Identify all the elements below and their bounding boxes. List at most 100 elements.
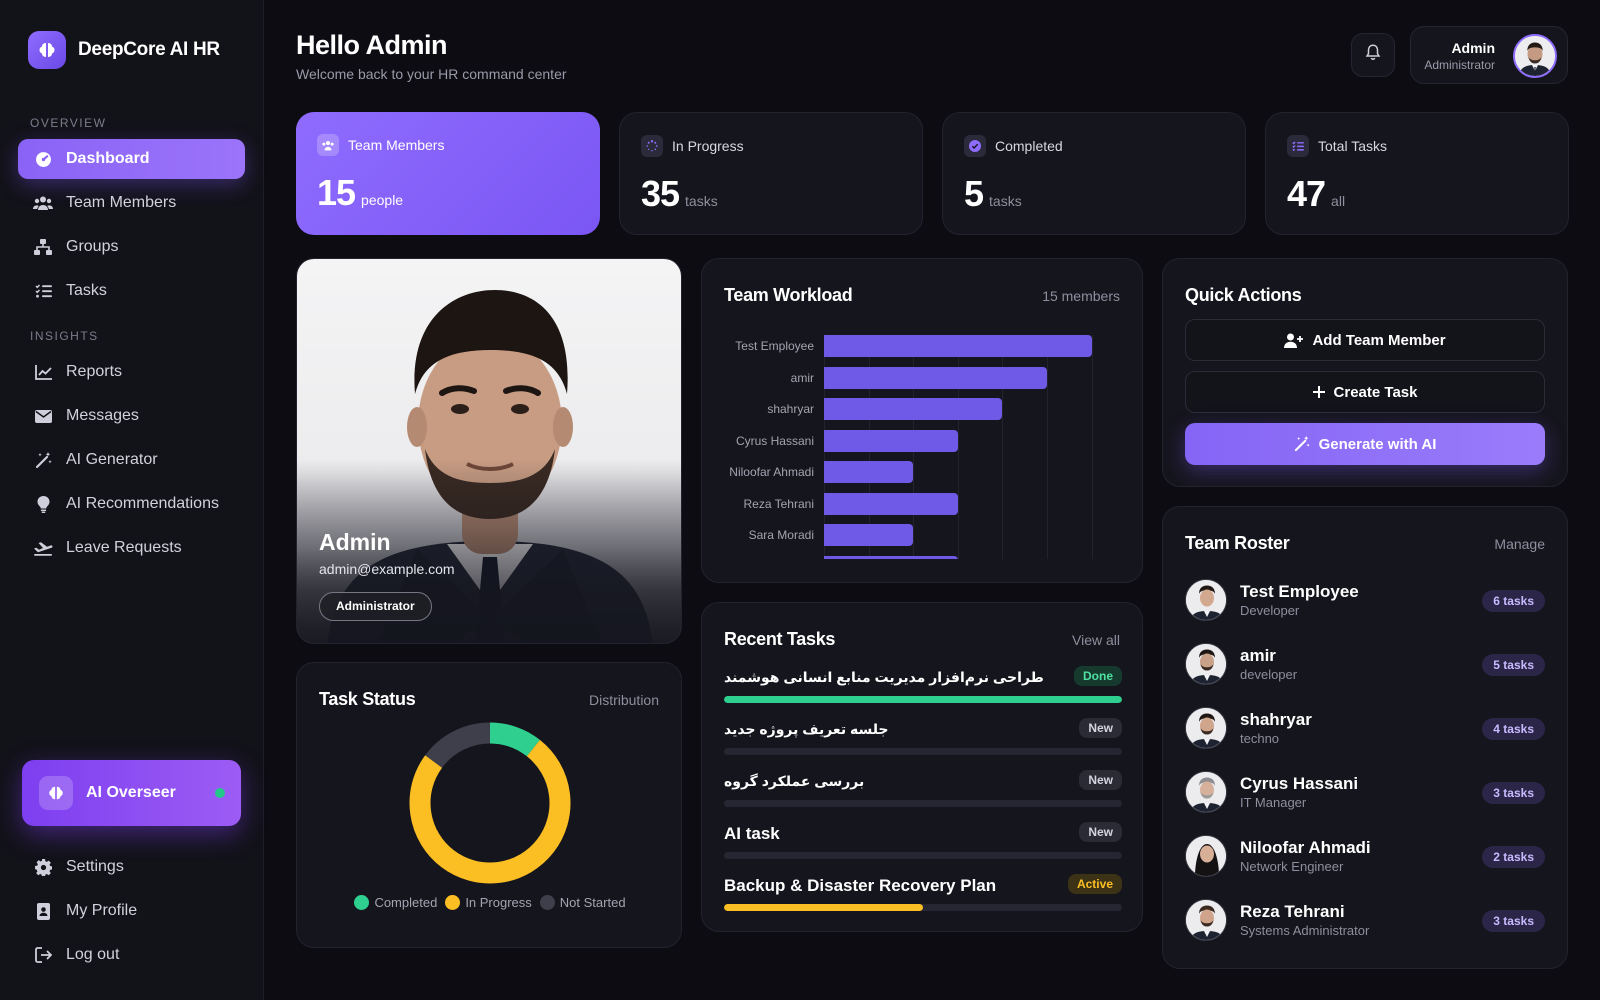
chart-bar[interactable] [824,366,1048,389]
stat-label: In Progress [672,138,744,154]
task-name: جلسه تعریف پروژه جدید [724,721,889,737]
legend-label: In Progress [465,895,532,910]
sidebar-item-reports[interactable]: Reports [18,352,245,392]
sidebar-item-log-out[interactable]: Log out [18,935,245,975]
profile-name: Admin [319,529,391,555]
roster-name: Niloofar Ahmadi [1240,838,1371,857]
view-all-link[interactable]: View all [1072,632,1120,648]
chart-tick-label: Test Employee [735,339,814,353]
brain-icon [28,31,66,69]
roster-item[interactable]: shahryar techno 4 tasks [1185,707,1545,751]
role-badge: Administrator [319,592,432,621]
status-badge: New [1079,718,1122,738]
sidebar-item-label: Settings [66,858,124,875]
stat-label: Completed [995,138,1063,154]
stat-total-tasks[interactable]: Total Tasks 47 all [1265,112,1569,235]
sidebar-item-label: Groups [66,238,119,255]
workload-row: Sara Moradi [702,524,1142,546]
task-progress [724,904,1122,911]
nav-section-insights: INSIGHTS [30,329,99,343]
task-progress [724,852,1122,859]
sidebar-item-label: Reports [66,363,123,380]
legend-label: Not Started [559,895,626,910]
chart-bar[interactable] [824,555,958,559]
check-circle-icon [964,135,986,157]
workload-row: Cyrus Hassani [702,429,1142,452]
nav-section-overview: OVERVIEW [30,116,107,130]
chart-bar[interactable] [824,429,958,452]
generate-with-ai-button[interactable]: Generate with AI [1185,423,1545,465]
roster-role: Network Engineer [1240,859,1344,874]
sidebar-item-groups[interactable]: Groups [18,227,245,267]
sidebar-item-dashboard[interactable]: Dashboard [18,139,245,179]
chart-bar[interactable] [824,461,914,483]
manage-link[interactable]: Manage [1494,536,1545,552]
chart-bar[interactable] [824,398,1003,420]
sidebar-item-tasks[interactable]: Tasks [18,271,245,311]
task-progress [724,800,1122,807]
stat-completed[interactable]: Completed 5 tasks [942,112,1246,235]
gear-icon [32,856,54,878]
plane-icon [32,537,54,559]
roster-item[interactable]: Cyrus Hassani IT Manager 3 tasks [1185,771,1545,815]
page-title: Hello Admin [296,30,448,60]
stat-value: 15 people [317,172,403,214]
ai-overseer-button[interactable]: AI Overseer [22,760,241,826]
workload-chart: Test Employee amir shahryar Cyrus Hassani Ni… [702,259,1142,559]
roster-item[interactable]: Reza Tehrani Systems Administrator 3 tasks [1185,899,1545,943]
chart-bar[interactable] [824,335,1092,357]
add-team-member-label: Add Team Member [1312,331,1446,349]
generate-with-ai-label: Generate with AI [1318,435,1437,453]
tasks-icon [32,280,54,302]
lightbulb-icon [32,493,54,515]
status-badge: New [1079,770,1122,790]
notifications-button[interactable] [1351,33,1395,77]
workload-row: amir [702,366,1142,389]
roster-name: Reza Tehrani [1240,902,1345,921]
status-badge: Active [1067,874,1122,894]
add-team-member-button[interactable]: Add Team Member [1185,319,1545,361]
donut-slice-not-started[interactable] [425,722,491,769]
stat-unit: tasks [989,193,1022,209]
sidebar-item-settings[interactable]: Settings [18,847,245,887]
chart-bar[interactable] [824,524,914,546]
brand[interactable]: DeepCore AI HR [28,31,220,69]
sidebar-item-ai-generator[interactable]: AI Generator [18,440,245,480]
sidebar-item-label: Messages [66,407,139,424]
task-name: Backup & Disaster Recovery Plan [724,876,997,895]
sidebar-item-messages[interactable]: Messages [18,396,245,436]
user-plus-icon [1284,333,1304,348]
donut-slice-completed[interactable] [489,722,540,757]
stat-number: 47 [1287,173,1326,214]
roster-role: Developer [1240,603,1300,618]
stat-value: 5 tasks [964,173,1022,215]
sidebar-item-team-members[interactable]: Team Members [18,183,245,223]
profile-card: Admin admin@example.com Administrator [296,258,682,644]
roster-role: Systems Administrator [1240,923,1370,938]
status-badge: New [1079,822,1122,842]
avatar [1185,707,1227,749]
task-count-badge: 5 tasks [1482,654,1545,676]
stat-in-progress[interactable]: In Progress 35 tasks [619,112,923,235]
sidebar-item-ai-recommendations[interactable]: AI Recommendations [18,484,245,524]
magic-wand-icon [32,449,54,471]
roster-item[interactable]: Niloofar Ahmadi Network Engineer 2 tasks [1185,835,1545,879]
stat-label: Total Tasks [1318,138,1387,154]
roster-item[interactable]: Test Employee Developer 6 tasks [1185,579,1545,623]
task-progress [724,696,1122,703]
stat-team-members[interactable]: Team Members 15 people [296,112,600,235]
chart-bar[interactable] [824,492,958,515]
card-title: Recent Tasks [724,629,836,649]
sidebar-item-leave-requests[interactable]: Leave Requests [18,528,245,568]
stat-unit: people [361,192,404,208]
create-task-button[interactable]: Create Task [1185,371,1545,413]
task-progress-fill [724,696,1122,703]
sidebar-item-my-profile[interactable]: My Profile [18,891,245,931]
avatar [1513,34,1557,78]
chart-tick-label: Cyrus Hassani [735,433,814,448]
roster-item[interactable]: amir developer 5 tasks [1185,643,1545,687]
user-menu[interactable]: Admin Administrator [1410,26,1568,84]
tasks-icon [1287,135,1309,157]
task-progress [724,748,1122,755]
chart-tick-label: Reza Tehrani [743,496,815,511]
